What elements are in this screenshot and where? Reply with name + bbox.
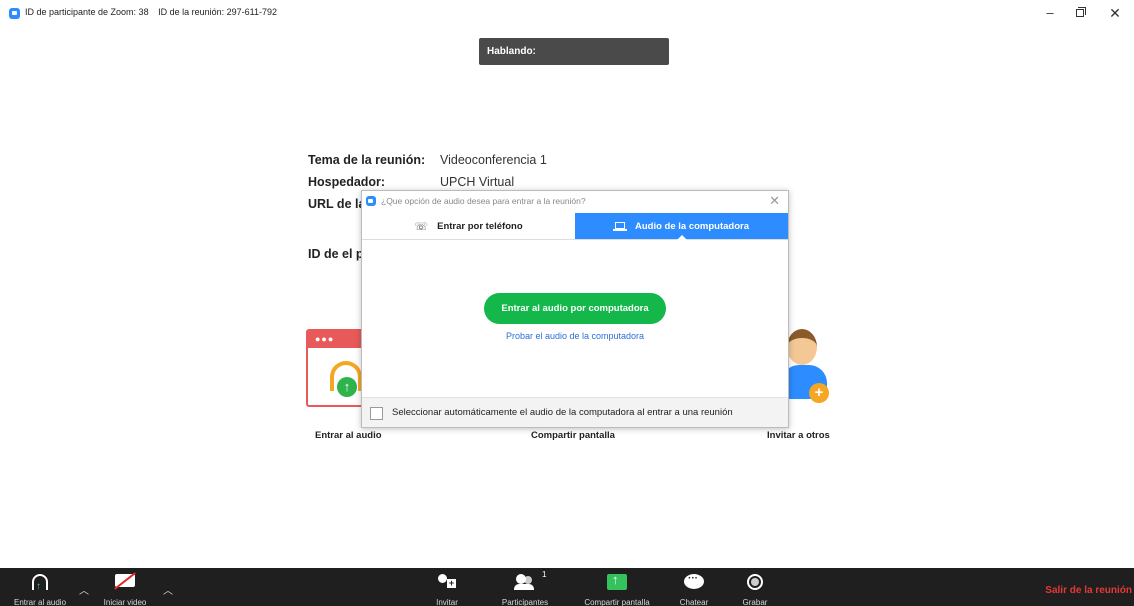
topic-label: Tema de la reunión: bbox=[308, 153, 426, 167]
join-audio-label[interactable]: Entrar al audio bbox=[315, 430, 382, 441]
invite-button[interactable]: Invitar bbox=[427, 570, 467, 606]
chat-button-label: Chatear bbox=[679, 598, 709, 606]
video-options-chevron-icon[interactable]: ︿ bbox=[163, 582, 173, 597]
record-icon bbox=[747, 574, 763, 590]
invite-others-tile[interactable]: + bbox=[781, 327, 837, 409]
audio-options-chevron-icon[interactable]: ︿ bbox=[79, 582, 89, 597]
title-bar: ID de participante de Zoom: 38 ID de la … bbox=[0, 0, 1134, 26]
headset-icon bbox=[32, 574, 48, 592]
audio-options-dialog: ¿Que opción de audio desea para entrar a… bbox=[361, 190, 789, 428]
video-off-icon bbox=[115, 574, 135, 587]
meeting-toolbar: Entrar al audio ︿ Iniciar video ︿ Invita… bbox=[0, 568, 1134, 606]
restore-button[interactable] bbox=[1071, 4, 1091, 22]
tab-computer-audio[interactable]: Audio de la computadora bbox=[575, 213, 788, 240]
dialog-title-bar: ¿Que opción de audio desea para entrar a… bbox=[362, 191, 788, 211]
speaking-indicator: Hablando: bbox=[479, 38, 669, 65]
dialog-close-button[interactable]: ✕ bbox=[769, 193, 780, 209]
participants-count-badge: 1 bbox=[542, 570, 547, 579]
arrow-up-icon: ↑ bbox=[337, 377, 357, 397]
topic-row: Tema de la reunión: Videoconferencia 1 bbox=[308, 153, 547, 175]
zoom-logo-icon bbox=[366, 196, 376, 206]
share-screen-icon bbox=[607, 572, 627, 590]
plus-icon: + bbox=[809, 383, 829, 403]
test-audio-link[interactable]: Probar el audio de la computadora bbox=[362, 331, 788, 341]
participants-button-label: Participantes bbox=[501, 598, 549, 606]
person-icon bbox=[787, 329, 817, 365]
close-button[interactable]: ✕ bbox=[1105, 4, 1125, 22]
share-screen-button[interactable]: Compartir pantalla bbox=[584, 570, 649, 606]
tab-phone-label: Entrar por teléfono bbox=[437, 220, 523, 232]
share-screen-label[interactable]: Compartir pantalla bbox=[531, 430, 615, 441]
start-video-button[interactable]: Iniciar video bbox=[103, 570, 147, 606]
chat-icon bbox=[684, 573, 704, 589]
window-dots-icon: ●●● bbox=[315, 334, 335, 344]
laptop-icon bbox=[612, 221, 627, 231]
start-video-button-label: Iniciar video bbox=[103, 598, 147, 606]
leave-meeting-button[interactable]: Salir de la reunión bbox=[1045, 585, 1132, 596]
join-audio-button-label: Entrar al audio bbox=[13, 598, 67, 606]
invite-others-label[interactable]: Invitar a otros bbox=[767, 430, 830, 441]
share-screen-button-label: Compartir pantalla bbox=[584, 598, 650, 606]
restore-icon bbox=[1076, 7, 1086, 17]
window-title: ID de participante de Zoom: 38 ID de la … bbox=[25, 7, 277, 17]
invite-button-label: Invitar bbox=[436, 598, 458, 606]
join-audio-button[interactable]: Entrar al audio bbox=[14, 570, 66, 606]
record-button-label: Grabar bbox=[742, 598, 768, 606]
tab-computer-audio-label: Audio de la computadora bbox=[634, 220, 749, 232]
chat-button[interactable]: Chatear bbox=[674, 570, 714, 606]
join-computer-audio-button[interactable]: Entrar al audio por computadora bbox=[484, 293, 666, 324]
dialog-title: ¿Que opción de audio desea para entrar a… bbox=[381, 196, 586, 206]
participant-id-text: ID de participante de Zoom: 38 bbox=[25, 7, 149, 17]
audio-tabs: ☏ Entrar por teléfono Audio de la comput… bbox=[362, 213, 788, 240]
participants-icon bbox=[514, 574, 536, 590]
dialog-footer: Seleccionar automáticamente el audio de … bbox=[362, 397, 788, 427]
auto-select-label: Seleccionar automáticamente el audio de … bbox=[392, 407, 733, 418]
record-button[interactable]: Grabar bbox=[735, 570, 775, 606]
tab-phone[interactable]: ☏ Entrar por teléfono bbox=[362, 213, 575, 239]
zoom-logo-icon bbox=[9, 8, 20, 19]
meeting-id-text: ID de la reunión: 297-611-792 bbox=[158, 7, 278, 17]
topic-value: Videoconferencia 1 bbox=[440, 153, 547, 167]
phone-icon: ☏ bbox=[414, 220, 429, 233]
invite-icon bbox=[438, 574, 456, 590]
minimize-button[interactable]: – bbox=[1040, 4, 1060, 22]
auto-select-checkbox[interactable] bbox=[370, 407, 383, 420]
